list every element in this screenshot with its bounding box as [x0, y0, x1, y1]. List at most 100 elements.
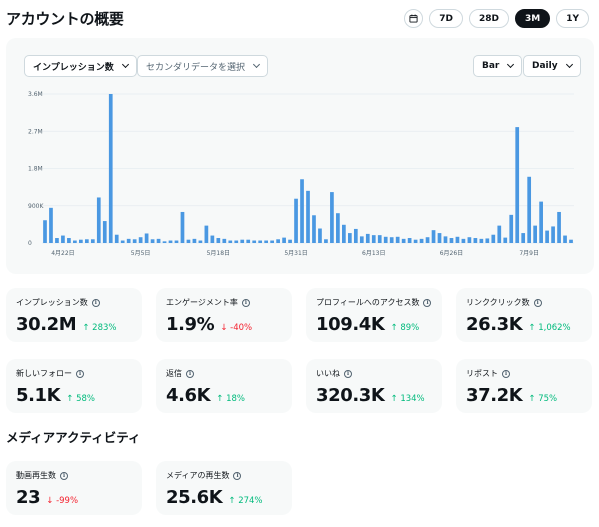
- chart-bar[interactable]: [425, 237, 430, 243]
- chart-bar[interactable]: [389, 237, 394, 243]
- chart-bar[interactable]: [353, 228, 358, 243]
- chart-bar[interactable]: [545, 230, 549, 243]
- chart-bar[interactable]: [276, 239, 280, 243]
- metric-card[interactable]: インプレッション数 i 30.2M ↑ 283%: [6, 288, 142, 342]
- chart-bar[interactable]: [120, 240, 125, 243]
- chart-bar[interactable]: [449, 238, 454, 243]
- chart-bar[interactable]: [395, 236, 400, 243]
- chart-bar[interactable]: [359, 236, 364, 243]
- chart-bar[interactable]: [347, 233, 352, 243]
- chart-bar[interactable]: [114, 234, 119, 243]
- info-icon[interactable]: i: [233, 471, 242, 480]
- metric-card[interactable]: リンククリック数 i 26.3K ↑ 1,062%: [456, 288, 592, 342]
- chart-bar[interactable]: [55, 238, 59, 243]
- chart-bar[interactable]: [371, 235, 376, 243]
- chart-bar[interactable]: [330, 192, 334, 243]
- chart-bar[interactable]: [521, 233, 526, 243]
- chart-bar[interactable]: [365, 233, 370, 243]
- chart-bar[interactable]: [102, 221, 107, 243]
- chart-bar[interactable]: [73, 240, 77, 243]
- chart-bar[interactable]: [377, 235, 382, 243]
- chart-bar[interactable]: [180, 211, 185, 243]
- chart-bar[interactable]: [533, 225, 537, 243]
- info-icon[interactable]: i: [533, 298, 542, 307]
- chart-bar[interactable]: [222, 238, 227, 243]
- chart-bar[interactable]: [138, 237, 143, 243]
- chart-bar[interactable]: [126, 238, 131, 243]
- chart-bar[interactable]: [79, 239, 83, 243]
- chart-bar[interactable]: [49, 207, 53, 243]
- chart-bar[interactable]: [108, 94, 113, 243]
- metric-card[interactable]: 新しいフォロー i 5.1K ↑ 58%: [6, 359, 142, 413]
- metric-card[interactable]: 動画再生数 i 23 ↓ -99%: [6, 461, 142, 515]
- chart-bar[interactable]: [96, 197, 101, 243]
- chart-bar[interactable]: [61, 235, 65, 243]
- chart-bar[interactable]: [294, 198, 298, 243]
- info-icon[interactable]: i: [502, 369, 510, 378]
- chart-bar[interactable]: [156, 238, 161, 243]
- chart-bar[interactable]: [509, 214, 514, 243]
- info-icon[interactable]: i: [91, 298, 100, 307]
- chart-bar[interactable]: [461, 238, 466, 243]
- chart-bar[interactable]: [270, 240, 274, 243]
- chart-bar[interactable]: [431, 230, 436, 243]
- chart-bar[interactable]: [318, 228, 322, 243]
- metric-card[interactable]: 返信 i 4.6K ↑ 18%: [156, 359, 292, 413]
- chart-bar[interactable]: [455, 236, 460, 243]
- chart-bar[interactable]: [503, 237, 508, 243]
- metric-card[interactable]: エンゲージメント率 i 1.9% ↓ -40%: [156, 288, 292, 342]
- chart-bar[interactable]: [246, 239, 251, 243]
- chart-bar[interactable]: [563, 235, 567, 243]
- chart-bar[interactable]: [150, 239, 155, 243]
- chart-bar[interactable]: [306, 190, 310, 243]
- chart-bar[interactable]: [515, 127, 520, 243]
- chart-bar[interactable]: [258, 240, 263, 243]
- chart-bar[interactable]: [252, 240, 257, 243]
- chart-type-dropdown[interactable]: Bar: [473, 55, 523, 77]
- chart-bar[interactable]: [288, 239, 292, 243]
- metric-card[interactable]: いいね i 320.3K ↑ 134%: [306, 359, 442, 413]
- chart-bar[interactable]: [569, 239, 573, 243]
- chart-bar[interactable]: [383, 236, 388, 243]
- primary-metric-dropdown[interactable]: インプレッション数: [24, 55, 137, 77]
- chart-bar[interactable]: [144, 233, 149, 243]
- granularity-dropdown[interactable]: Daily: [523, 55, 581, 77]
- chart-bar[interactable]: [557, 211, 561, 243]
- chart-bar[interactable]: [282, 237, 286, 243]
- chart-bar[interactable]: [234, 240, 239, 243]
- chart-bar[interactable]: [198, 240, 203, 243]
- info-icon[interactable]: i: [241, 298, 250, 307]
- range-3m-button[interactable]: 3M: [515, 9, 551, 28]
- chart-bar[interactable]: [413, 239, 418, 243]
- chart-bar[interactable]: [240, 239, 245, 243]
- chart-bar[interactable]: [419, 238, 424, 243]
- chart-bar[interactable]: [210, 235, 215, 243]
- chart-bar[interactable]: [473, 238, 478, 243]
- range-1y-button[interactable]: 1Y: [556, 9, 589, 28]
- calendar-button[interactable]: [404, 9, 424, 28]
- metric-card[interactable]: リポスト i 37.2K ↑ 75%: [456, 359, 592, 413]
- chart-bar[interactable]: [485, 238, 490, 243]
- info-icon[interactable]: i: [186, 369, 194, 378]
- chart-bar[interactable]: [216, 238, 221, 243]
- chart-bar[interactable]: [342, 224, 346, 243]
- chart-bar[interactable]: [43, 220, 47, 243]
- chart-bar[interactable]: [228, 240, 233, 243]
- chart-bar[interactable]: [174, 240, 179, 243]
- chart-bar[interactable]: [162, 241, 167, 243]
- info-icon[interactable]: i: [423, 298, 432, 307]
- chart-bar[interactable]: [90, 239, 95, 243]
- range-28d-button[interactable]: 28D: [469, 9, 509, 28]
- chart-bar[interactable]: [443, 236, 448, 243]
- chart-bar[interactable]: [186, 239, 191, 243]
- secondary-metric-dropdown[interactable]: セカンダリデータを選択: [137, 55, 269, 77]
- chart-bar[interactable]: [84, 239, 89, 243]
- chart-bar[interactable]: [551, 226, 555, 243]
- chart-bar[interactable]: [168, 240, 173, 243]
- chart-bar[interactable]: [300, 179, 304, 243]
- chart-bar[interactable]: [401, 238, 406, 243]
- chart-bar[interactable]: [324, 239, 328, 243]
- chart-bar[interactable]: [479, 238, 484, 243]
- info-icon[interactable]: i: [76, 369, 84, 378]
- chart-bar[interactable]: [527, 176, 532, 243]
